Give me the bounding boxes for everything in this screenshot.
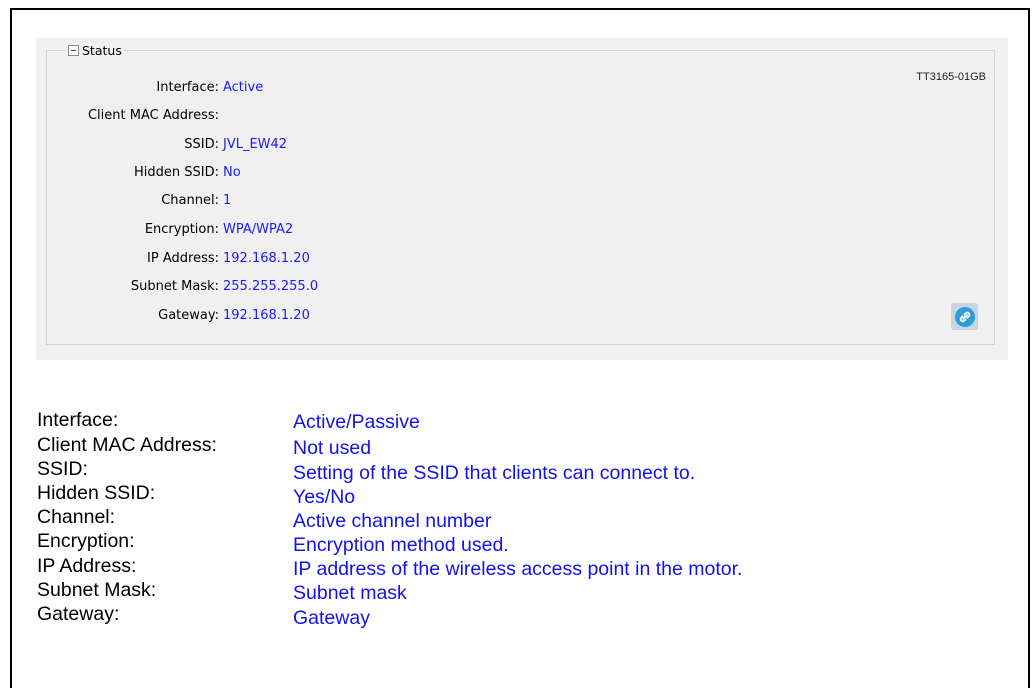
- desc-label-ssid: SSID:: [37, 458, 88, 480]
- subnet-mask-value: 255.255.255.0: [223, 278, 319, 294]
- hidden-ssid-label: Hidden SSID:: [134, 164, 219, 180]
- status-group-title: Status: [82, 42, 122, 58]
- desc-text-hidden-ssid: Yes/No: [293, 486, 356, 508]
- status-row-client-mac-value: [223, 105, 623, 125]
- client-mac-label: Client MAC Address:: [87, 107, 219, 123]
- status-row-encryption-value: WPA/WPA2: [223, 219, 623, 239]
- encryption-value: WPA/WPA2: [223, 221, 294, 237]
- channel-value: 1: [223, 192, 232, 208]
- ip-address-value: 192.168.1.20: [223, 250, 310, 266]
- interface-label: Interface:: [156, 79, 219, 95]
- subnet-mask-label: Subnet Mask:: [130, 278, 219, 294]
- status-row-interface: Interface:: [0, 77, 219, 97]
- status-row-gateway: Gateway:: [0, 305, 219, 325]
- desc-text-gateway: Gateway: [293, 607, 370, 629]
- status-row-ssid: SSID:: [0, 134, 219, 154]
- interface-value: Active: [223, 79, 264, 95]
- status-row-ip-address: IP Address:: [0, 248, 219, 268]
- desc-label-subnet-mask: Subnet Mask:: [37, 579, 157, 601]
- channel-label: Channel:: [161, 192, 219, 208]
- desc-text-subnet-mask: Subnet mask: [293, 582, 407, 604]
- link-button[interactable]: [951, 303, 978, 330]
- desc-label-encryption: Encryption:: [37, 530, 135, 552]
- ssid-value: JVL_EW42: [223, 136, 288, 152]
- gateway-label: Gateway:: [158, 307, 219, 323]
- desc-label-hidden-ssid: Hidden SSID:: [37, 482, 156, 504]
- status-group-header[interactable]: Status: [66, 42, 124, 58]
- ssid-label: SSID:: [184, 136, 219, 152]
- status-row-channel-value: 1: [223, 190, 623, 210]
- status-row-channel: Channel:: [0, 190, 219, 210]
- desc-label-ip-address: IP Address:: [37, 555, 137, 577]
- desc-label-channel: Channel:: [37, 506, 116, 528]
- status-row-hidden-ssid-value: No: [223, 162, 623, 182]
- desc-label-client-mac: Client MAC Address:: [37, 434, 217, 456]
- status-row-ssid-value: JVL_EW42: [223, 134, 623, 154]
- desc-label-interface: Interface:: [37, 409, 119, 431]
- status-row-encryption: Encryption:: [0, 219, 219, 239]
- status-row-subnet-mask-value: 255.255.255.0: [223, 276, 623, 296]
- hidden-ssid-value: No: [223, 164, 241, 180]
- desc-text-interface: Active/Passive: [293, 411, 420, 433]
- status-row-ip-address-value: 192.168.1.20: [223, 248, 623, 268]
- status-row-client-mac: Client MAC Address:: [0, 105, 219, 125]
- status-row-subnet-mask: Subnet Mask:: [0, 276, 219, 296]
- desc-text-client-mac: Not used: [293, 437, 372, 459]
- document-id: TT3165-01GB: [916, 71, 986, 83]
- desc-text-encryption: Encryption method used.: [293, 534, 509, 556]
- encryption-label: Encryption:: [144, 221, 219, 237]
- link-icon: [954, 306, 975, 327]
- status-row-interface-value: Active: [223, 77, 623, 97]
- desc-text-channel: Active channel number: [293, 510, 492, 532]
- desc-text-ssid: Setting of the SSID that clients can con…: [293, 462, 696, 484]
- status-row-hidden-ssid: Hidden SSID:: [0, 162, 219, 182]
- gateway-value: 192.168.1.20: [223, 307, 310, 323]
- desc-label-gateway: Gateway:: [37, 603, 120, 625]
- ip-address-label: IP Address:: [147, 250, 219, 266]
- collapse-icon[interactable]: [68, 44, 79, 56]
- status-row-gateway-value: 192.168.1.20: [223, 305, 623, 325]
- desc-text-ip-address: IP address of the wireless access point …: [293, 558, 743, 580]
